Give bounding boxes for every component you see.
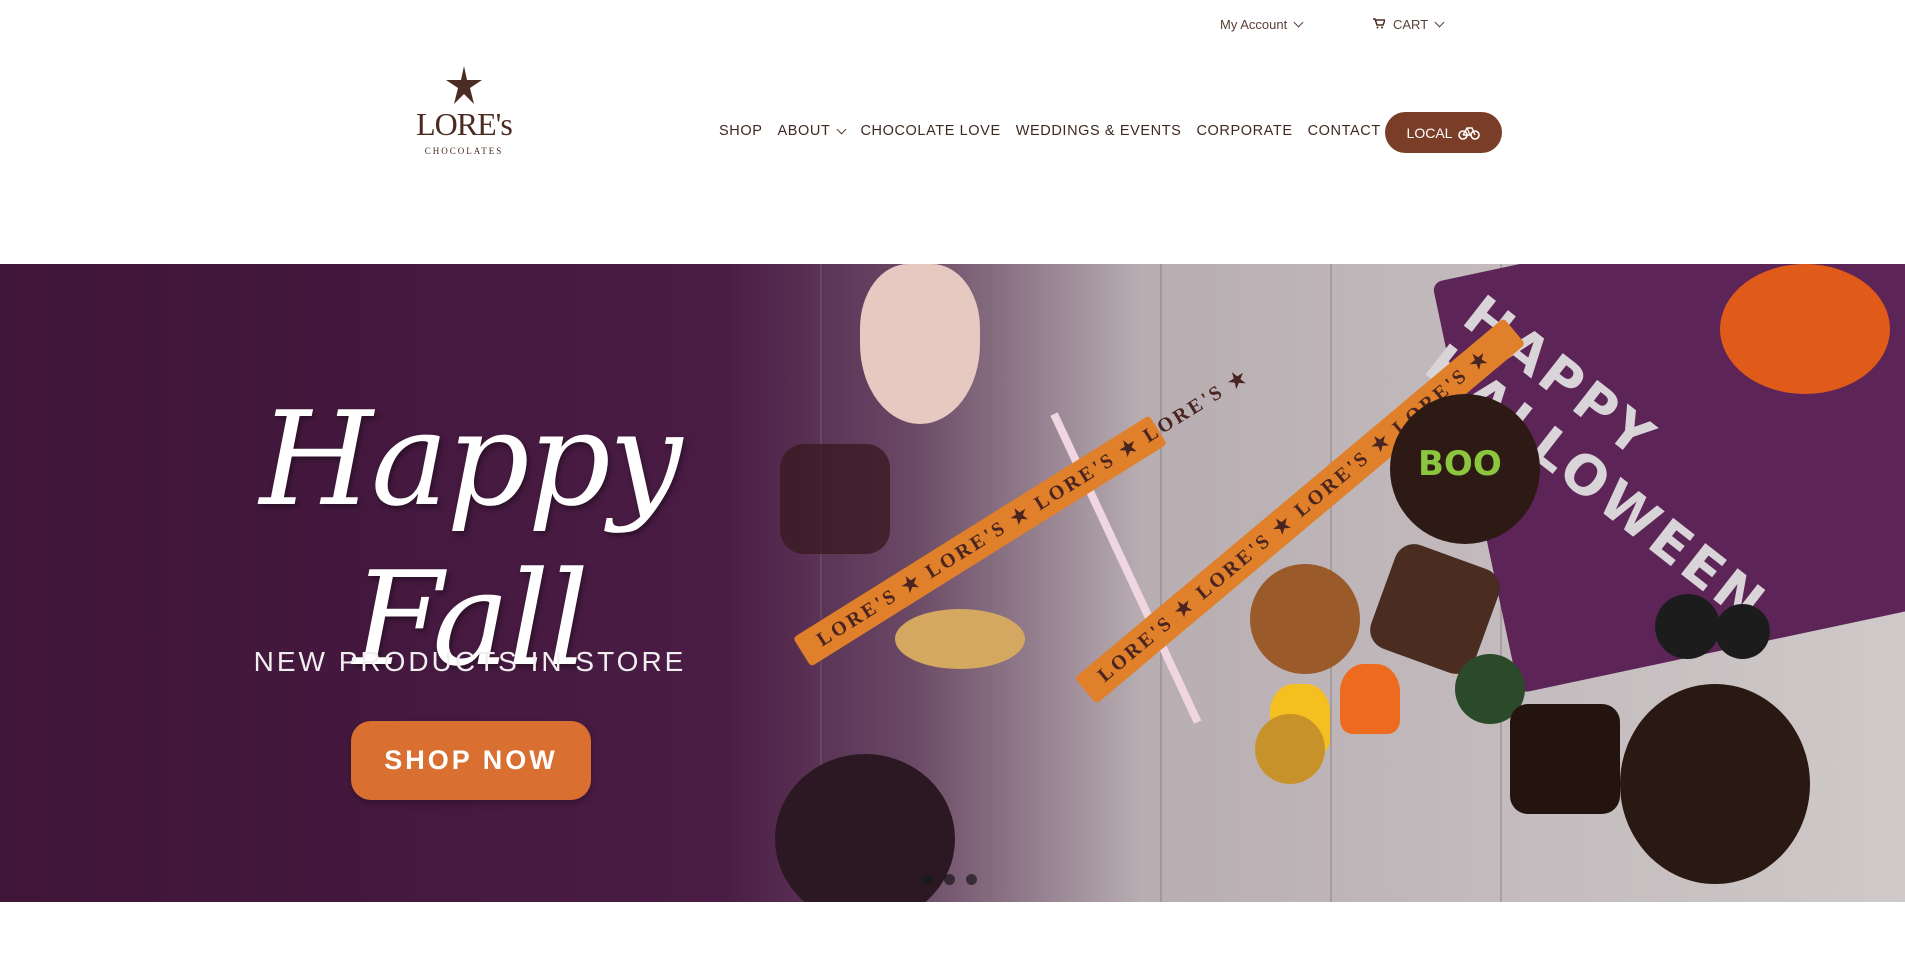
logo-subtitle: CHOCOLATES bbox=[424, 146, 504, 156]
chocolate-image bbox=[1655, 594, 1720, 659]
cart-icon bbox=[1373, 17, 1387, 32]
slider-dot-3[interactable] bbox=[966, 874, 977, 885]
nav-item-weddings-events[interactable]: WEDDINGS & EVENTS bbox=[1016, 123, 1182, 139]
cart-menu[interactable]: CART bbox=[1373, 17, 1445, 32]
nav-item-label: SHOP bbox=[719, 123, 763, 139]
wood-grain bbox=[990, 264, 992, 902]
drizzle-cookie-image bbox=[1620, 684, 1810, 884]
nav-item-label: WEDDINGS & EVENTS bbox=[1015, 123, 1182, 139]
nav-item-chocolate-love[interactable]: CHOCOLATE LOVE bbox=[860, 123, 1000, 139]
my-account-menu[interactable]: My Account bbox=[1220, 17, 1304, 32]
chevron-down-icon bbox=[1434, 17, 1445, 28]
skull-lollipop-image bbox=[860, 264, 980, 424]
slider-dots bbox=[922, 874, 977, 885]
slider-dot-2[interactable] bbox=[944, 874, 955, 885]
star-logo-icon bbox=[446, 66, 482, 104]
shop-now-button[interactable]: SHOP NOW bbox=[351, 721, 591, 800]
nav-item-shop[interactable]: SHOP bbox=[719, 123, 763, 139]
chocolate-image bbox=[1715, 604, 1770, 659]
hero-slider: HAPPY HALLOWEEN LORE'S ★ LORE'S ★ LORE'S… bbox=[0, 264, 1905, 902]
hero-subtitle: NEW PRODUCTS IN STORE bbox=[253, 646, 687, 677]
chocolate-image bbox=[1510, 704, 1620, 814]
chevron-down-icon bbox=[837, 124, 847, 134]
gold-foil-candy-image bbox=[1255, 714, 1325, 784]
site-logo[interactable]: LORE's CHOCOLATES bbox=[408, 66, 520, 162]
main-nav: SHOP ABOUT CHOCOLATE LOVE WEDDINGS & EVE… bbox=[719, 123, 1396, 139]
sprinkle-chocolate-image bbox=[1250, 564, 1360, 674]
chocolate-image bbox=[780, 444, 890, 554]
nav-item-label: ABOUT bbox=[777, 123, 831, 139]
candy-corn-image bbox=[1340, 664, 1400, 734]
boo-candy-text: BOO bbox=[1418, 444, 1502, 484]
nav-item-about[interactable]: ABOUT bbox=[777, 123, 847, 139]
nav-item-corporate[interactable]: CORPORATE bbox=[1196, 123, 1292, 139]
almond-image bbox=[895, 609, 1025, 669]
slider-dot-1[interactable] bbox=[922, 874, 933, 885]
bicycle-icon bbox=[1458, 126, 1481, 140]
local-label: LOCAL bbox=[1406, 124, 1453, 141]
local-delivery-button[interactable]: LOCAL bbox=[1385, 112, 1502, 153]
nav-item-label: CORPORATE bbox=[1196, 123, 1293, 139]
pumpkin-image bbox=[1720, 264, 1890, 394]
wood-grain bbox=[1160, 264, 1162, 902]
top-utility-bar: My Account CART bbox=[0, 0, 1905, 50]
nav-item-label: CONTACT bbox=[1307, 123, 1381, 139]
chevron-down-icon bbox=[1293, 17, 1304, 28]
cart-label: CART bbox=[1393, 17, 1429, 32]
logo-wordmark: LORE's bbox=[416, 106, 513, 142]
nav-item-contact[interactable]: CONTACT bbox=[1308, 123, 1381, 139]
my-account-label: My Account bbox=[1220, 17, 1288, 32]
nav-item-label: CHOCOLATE LOVE bbox=[860, 123, 1001, 139]
